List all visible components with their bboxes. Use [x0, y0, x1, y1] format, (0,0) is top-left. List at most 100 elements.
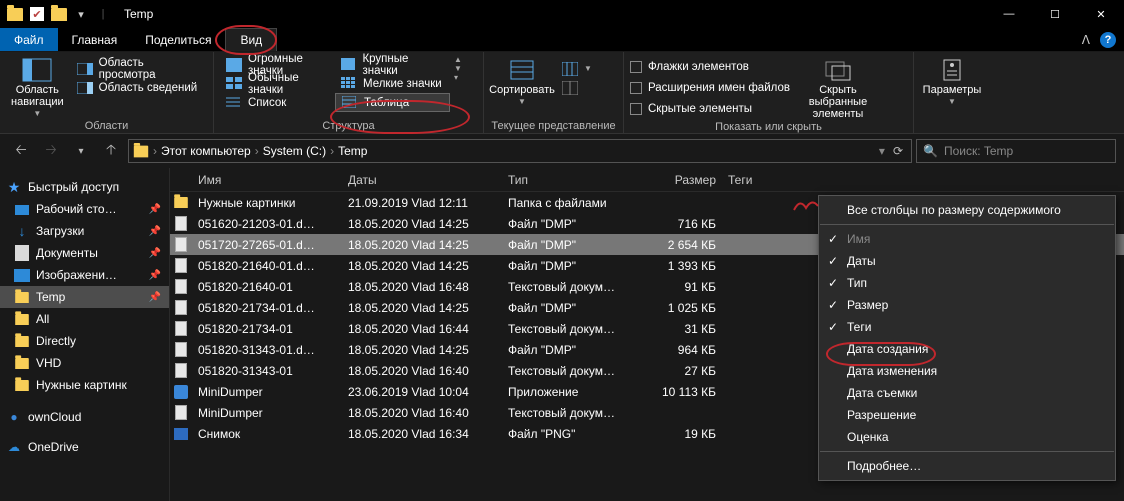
layout-table[interactable]: Таблица — [335, 93, 450, 112]
sidebar-item[interactable]: Рабочий сто…📌 — [0, 198, 169, 220]
crumb-temp[interactable]: Temp — [338, 144, 367, 158]
tab-view[interactable]: Вид — [225, 28, 277, 51]
fitcolumns-button[interactable] — [556, 78, 598, 97]
file-type: Файл "PNG" — [502, 427, 642, 441]
help-icon[interactable]: ? — [1100, 32, 1116, 48]
colhead-tags[interactable]: Теги — [722, 173, 792, 187]
address-bar[interactable]: › Этот компьютер › System (C:) › Temp ▾ … — [128, 139, 912, 163]
sidebar-item[interactable]: Нужные картинк — [0, 374, 169, 396]
ctx-column-toggle[interactable]: ✓Тип — [819, 272, 1115, 294]
file-date: 18.05.2020 Vlad 16:44 — [342, 322, 502, 336]
colhead-name[interactable]: Имя — [192, 173, 342, 187]
qat-dropdown[interactable]: ▾ — [72, 5, 90, 23]
file-icon — [170, 405, 192, 421]
sidebar-quickaccess[interactable]: ★ Быстрый доступ — [0, 176, 169, 198]
ctx-column-toggle[interactable]: ✓Размер — [819, 294, 1115, 316]
file-name: 051720-27265-01.d… — [192, 238, 342, 252]
ctx-column-toggle[interactable]: Дата изменения — [819, 360, 1115, 382]
addr-sep1[interactable]: › — [255, 144, 259, 158]
sort-button[interactable]: Сортировать ▼ — [490, 55, 554, 106]
sidebar-onedrive[interactable]: ☁ OneDrive — [0, 436, 169, 458]
hidden-items-toggle[interactable]: Скрытые элементы — [630, 99, 790, 118]
layout-large[interactable]: Крупные значки — [335, 55, 450, 74]
forward-button[interactable]: 🡢 — [38, 138, 64, 164]
search-box[interactable]: 🔍 Поиск: Temp — [916, 139, 1116, 163]
file-date: 18.05.2020 Vlad 14:25 — [342, 238, 502, 252]
colhead-size[interactable]: Размер — [642, 173, 722, 187]
file-size: 19 КБ — [642, 427, 722, 441]
sidebar-item-label: Загрузки — [36, 224, 84, 238]
sidebar-item-icon — [14, 289, 30, 305]
file-extensions-toggle[interactable]: Расширения имен файлов — [630, 78, 790, 97]
file-type: Файл "DMP" — [502, 343, 642, 357]
small-icon — [341, 77, 357, 91]
ctx-item-label: Имя — [847, 232, 870, 246]
column-context-menu: Все столбцы по размеру содержимого ✓Имя✓… — [818, 195, 1116, 481]
file-date: 18.05.2020 Vlad 14:25 — [342, 301, 502, 315]
colhead-date[interactable]: Даты — [342, 173, 502, 187]
file-icon — [170, 426, 192, 442]
file-date: 23.06.2019 Vlad 10:04 — [342, 385, 502, 399]
file-icon — [170, 237, 192, 253]
ctx-item-label: Дата съемки — [847, 386, 917, 400]
file-date: 18.05.2020 Vlad 14:25 — [342, 343, 502, 357]
up-button[interactable]: 🡡 — [98, 138, 124, 164]
tab-file[interactable]: Файл — [0, 28, 58, 51]
options-button[interactable]: Параметры ▼ — [920, 55, 984, 106]
sidebar-item[interactable]: Directly — [0, 330, 169, 352]
sidebar-item-icon — [14, 377, 30, 393]
sidebar-item[interactable]: ↓Загрузки📌 — [0, 220, 169, 242]
ctx-fit-all[interactable]: Все столбцы по размеру содержимого — [819, 199, 1115, 221]
addcolumns-button[interactable]: ▼ — [556, 59, 598, 78]
file-name: 051820-21734-01 — [192, 322, 342, 336]
addr-dropdown[interactable]: ▾ — [879, 144, 885, 158]
addr-sep0[interactable]: › — [153, 144, 157, 158]
colhead-type[interactable]: Тип — [502, 173, 642, 187]
ctx-column-toggle[interactable]: Дата съемки — [819, 382, 1115, 404]
ribbon-collapse-icon[interactable]: ᐱ — [1082, 33, 1090, 47]
qat-properties[interactable]: ✔ — [28, 5, 46, 23]
ctx-column-toggle[interactable]: ✓Даты — [819, 250, 1115, 272]
tab-share[interactable]: Поделиться — [131, 28, 225, 51]
sidebar-item[interactable]: VHD — [0, 352, 169, 374]
maximize-button[interactable]: ☐ — [1032, 0, 1078, 28]
qat-newfolder[interactable] — [50, 5, 68, 23]
list-icon — [226, 96, 242, 110]
crumb-c[interactable]: System (C:) — [263, 144, 326, 158]
layout-medium[interactable]: Обычные значки — [220, 74, 335, 93]
ctx-column-toggle[interactable]: Оценка — [819, 426, 1115, 448]
file-date: 18.05.2020 Vlad 16:34 — [342, 427, 502, 441]
ctx-column-toggle[interactable]: ✓Теги — [819, 316, 1115, 338]
addr-sep2[interactable]: › — [330, 144, 334, 158]
close-button[interactable]: ✕ — [1078, 0, 1124, 28]
sidebar-item[interactable]: All — [0, 308, 169, 330]
tab-home[interactable]: Главная — [58, 28, 132, 51]
hide-selected-button[interactable]: Скрыть выбранные элементы — [798, 55, 878, 120]
navigation-pane-button[interactable]: Область навигации ▼ — [6, 55, 69, 118]
sidebar-item[interactable]: Temp📌 — [0, 286, 169, 308]
ctx-column-toggle[interactable]: Разрешение — [819, 404, 1115, 426]
details-pane-button[interactable]: Область сведений — [71, 78, 207, 97]
file-name: 051820-21640-01.d… — [192, 259, 342, 273]
crumb-pc[interactable]: Этот компьютер — [161, 144, 251, 158]
preview-pane-button[interactable]: Область просмотра — [71, 59, 207, 78]
item-checkboxes-toggle[interactable]: Флажки элементов — [630, 57, 790, 76]
refresh-button[interactable]: ⟳ — [889, 144, 907, 158]
layout-list[interactable]: Список — [220, 93, 335, 112]
recent-button[interactable]: ▾ — [68, 138, 94, 164]
minimize-button[interactable]: — — [986, 0, 1032, 28]
layout-small[interactable]: Мелкие значки — [335, 74, 450, 93]
file-type: Файл "DMP" — [502, 301, 642, 315]
sidebar-owncloud[interactable]: ● ownCloud — [0, 406, 169, 428]
layout-scroller[interactable]: ▲▼▾ — [454, 55, 466, 82]
file-icon — [170, 321, 192, 337]
ctx-column-toggle[interactable]: Дата создания — [819, 338, 1115, 360]
check-icon: ✓ — [819, 254, 847, 268]
ctx-more[interactable]: Подробнее… — [819, 455, 1115, 477]
sidebar-item[interactable]: Изображени…📌 — [0, 264, 169, 286]
check-icon: ✓ — [819, 298, 847, 312]
sidebar-item[interactable]: Документы📌 — [0, 242, 169, 264]
back-button[interactable]: 🡠 — [8, 138, 34, 164]
file-size: 2 654 КБ — [642, 238, 722, 252]
onedrive-icon: ☁ — [6, 439, 22, 455]
